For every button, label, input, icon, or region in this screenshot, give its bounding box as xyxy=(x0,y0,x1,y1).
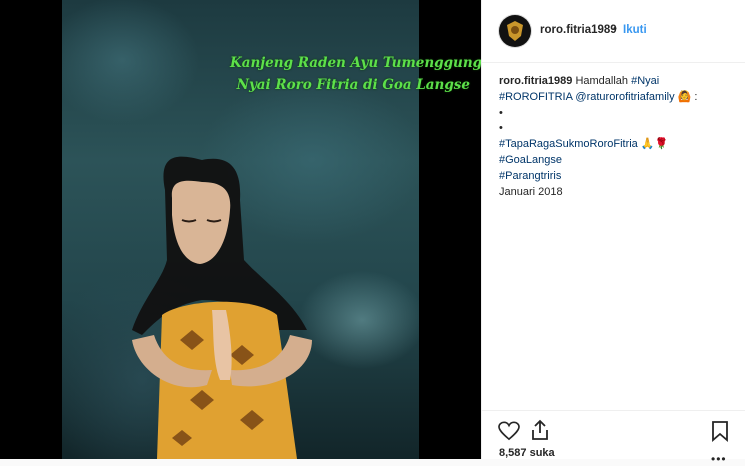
caption-colon: : xyxy=(691,90,698,103)
post-header: roro.fitria1989 • Ikuti xyxy=(482,0,745,63)
follow-button[interactable]: Ikuti xyxy=(623,24,647,36)
hashtag-rorofitria[interactable]: #ROROFITRIA xyxy=(499,91,572,103)
image-overlay-text: Kanjeng Raden Ayu Tumenggung Nyai Roro F… xyxy=(230,52,481,96)
caption-line-1: roro.fitria1989 Hamdallah #Nyai xyxy=(499,74,734,90)
post-sidebar: roro.fitria1989 • Ikuti roro.fitria1989 … xyxy=(481,0,745,466)
emoji-pray-rose: 🙏🌹 xyxy=(640,138,669,151)
caption-line-taparaga: #TapaRagaSukmoRoroFitria 🙏🌹 xyxy=(499,137,734,153)
hashtag-taparaga[interactable]: #TapaRagaSukmoRoroFitria xyxy=(499,138,638,150)
overlay-line-2: Nyai Roro Fitria di Goa Langse xyxy=(236,77,470,93)
crest-icon xyxy=(507,21,523,41)
post-dialog: Kanjeng Raden Ayu Tumenggung Nyai Roro F… xyxy=(0,0,745,466)
mention-family[interactable]: @raturorofitriafamily xyxy=(575,91,674,103)
bookmark-icon[interactable] xyxy=(711,420,729,442)
emoji-gesture: 🙆 xyxy=(677,90,692,103)
hashtag-parangtritis[interactable]: #Parangtriris xyxy=(499,169,734,185)
caption-text-start: Hamdallah xyxy=(575,75,632,87)
likes-count[interactable]: 8,587 suka xyxy=(499,447,555,459)
header-username[interactable]: roro.fitria1989 xyxy=(540,24,617,36)
caption-date: Januari 2018 xyxy=(499,185,563,198)
caption-username[interactable]: roro.fitria1989 xyxy=(499,75,572,87)
heart-icon[interactable] xyxy=(498,421,520,441)
header-separator: • xyxy=(613,23,617,35)
caption-bullet-1: • xyxy=(499,106,503,119)
hashtag-nyai[interactable]: #Nyai xyxy=(631,75,659,87)
caption-comment: roro.fitria1989 Hamdallah #Nyai #ROROFIT… xyxy=(499,74,734,200)
post-media[interactable]: Kanjeng Raden Ayu Tumenggung Nyai Roro F… xyxy=(0,0,481,459)
hashtag-goalangse[interactable]: #GoaLangse xyxy=(499,153,734,169)
caption-line-2: #ROROFITRIA @raturorofitriafamily 🙆 : xyxy=(499,90,734,106)
share-icon[interactable] xyxy=(530,419,550,441)
avatar[interactable] xyxy=(499,15,531,47)
overlay-line-1: Kanjeng Raden Ayu Tumenggung xyxy=(230,55,481,71)
caption-bullet-2: • xyxy=(499,122,503,135)
more-icon[interactable]: ••• xyxy=(711,452,727,466)
